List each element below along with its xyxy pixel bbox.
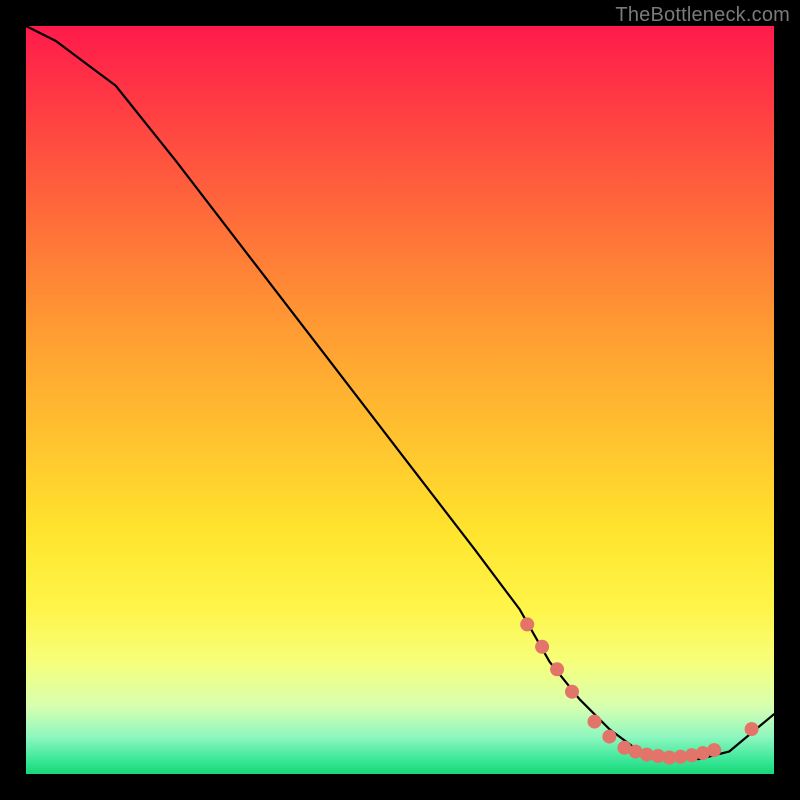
data-marker [745,722,759,736]
data-marker [520,617,534,631]
data-marker [602,730,616,744]
data-marker [707,743,721,757]
data-marker [550,662,564,676]
chart-stage: TheBottleneck.com [0,0,800,800]
data-marker [588,715,602,729]
bottleneck-curve [26,26,774,759]
watermark-text: TheBottleneck.com [615,4,790,27]
curve-markers [520,617,758,764]
data-marker [535,640,549,654]
curve-svg [26,26,774,774]
plot-area [26,26,774,774]
data-marker [565,685,579,699]
